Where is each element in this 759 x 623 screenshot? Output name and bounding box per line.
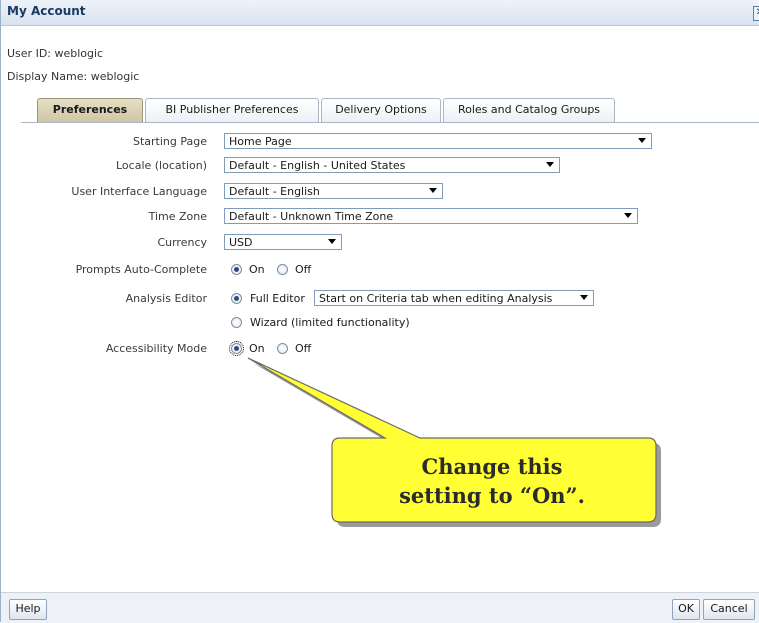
callout-text: Change this setting to “On”. [332, 452, 652, 510]
callout-bubble [247, 357, 661, 527]
callout-line-1: Change this [421, 454, 563, 479]
callout-line-2: setting to “On”. [399, 483, 585, 508]
